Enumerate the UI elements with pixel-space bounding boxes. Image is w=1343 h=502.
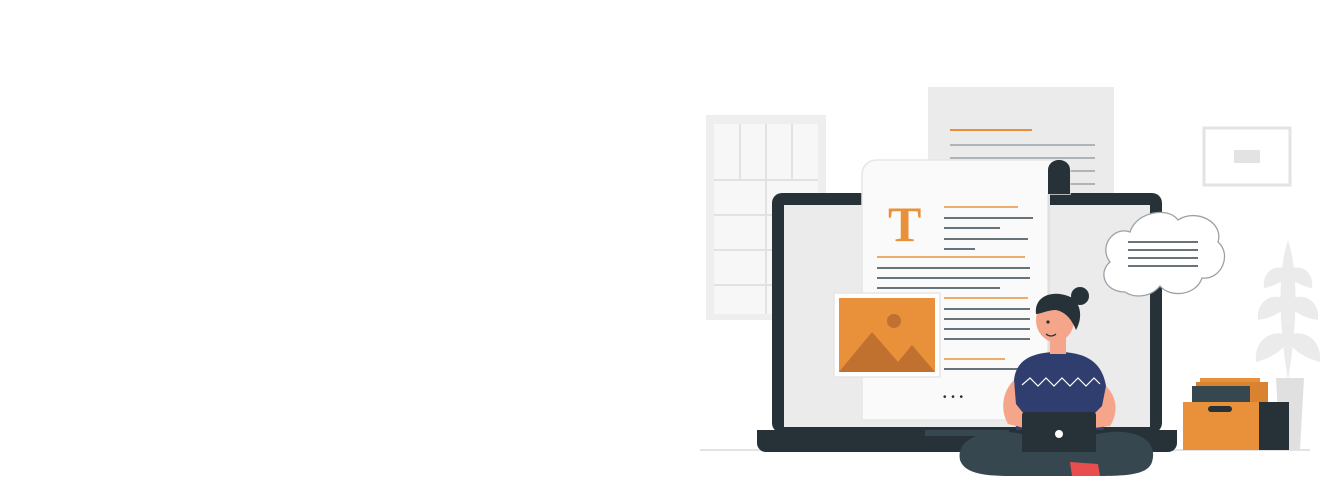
wall-frame	[1202, 126, 1292, 187]
hero-banner: T • • •	[0, 0, 1343, 502]
document-initial: T	[888, 196, 921, 252]
image-placeholder-card	[833, 292, 941, 378]
content-creation-illustration: T • • •	[700, 87, 1321, 476]
document-ellipsis: • • •	[943, 392, 964, 403]
file-box-illustration	[1183, 378, 1289, 450]
